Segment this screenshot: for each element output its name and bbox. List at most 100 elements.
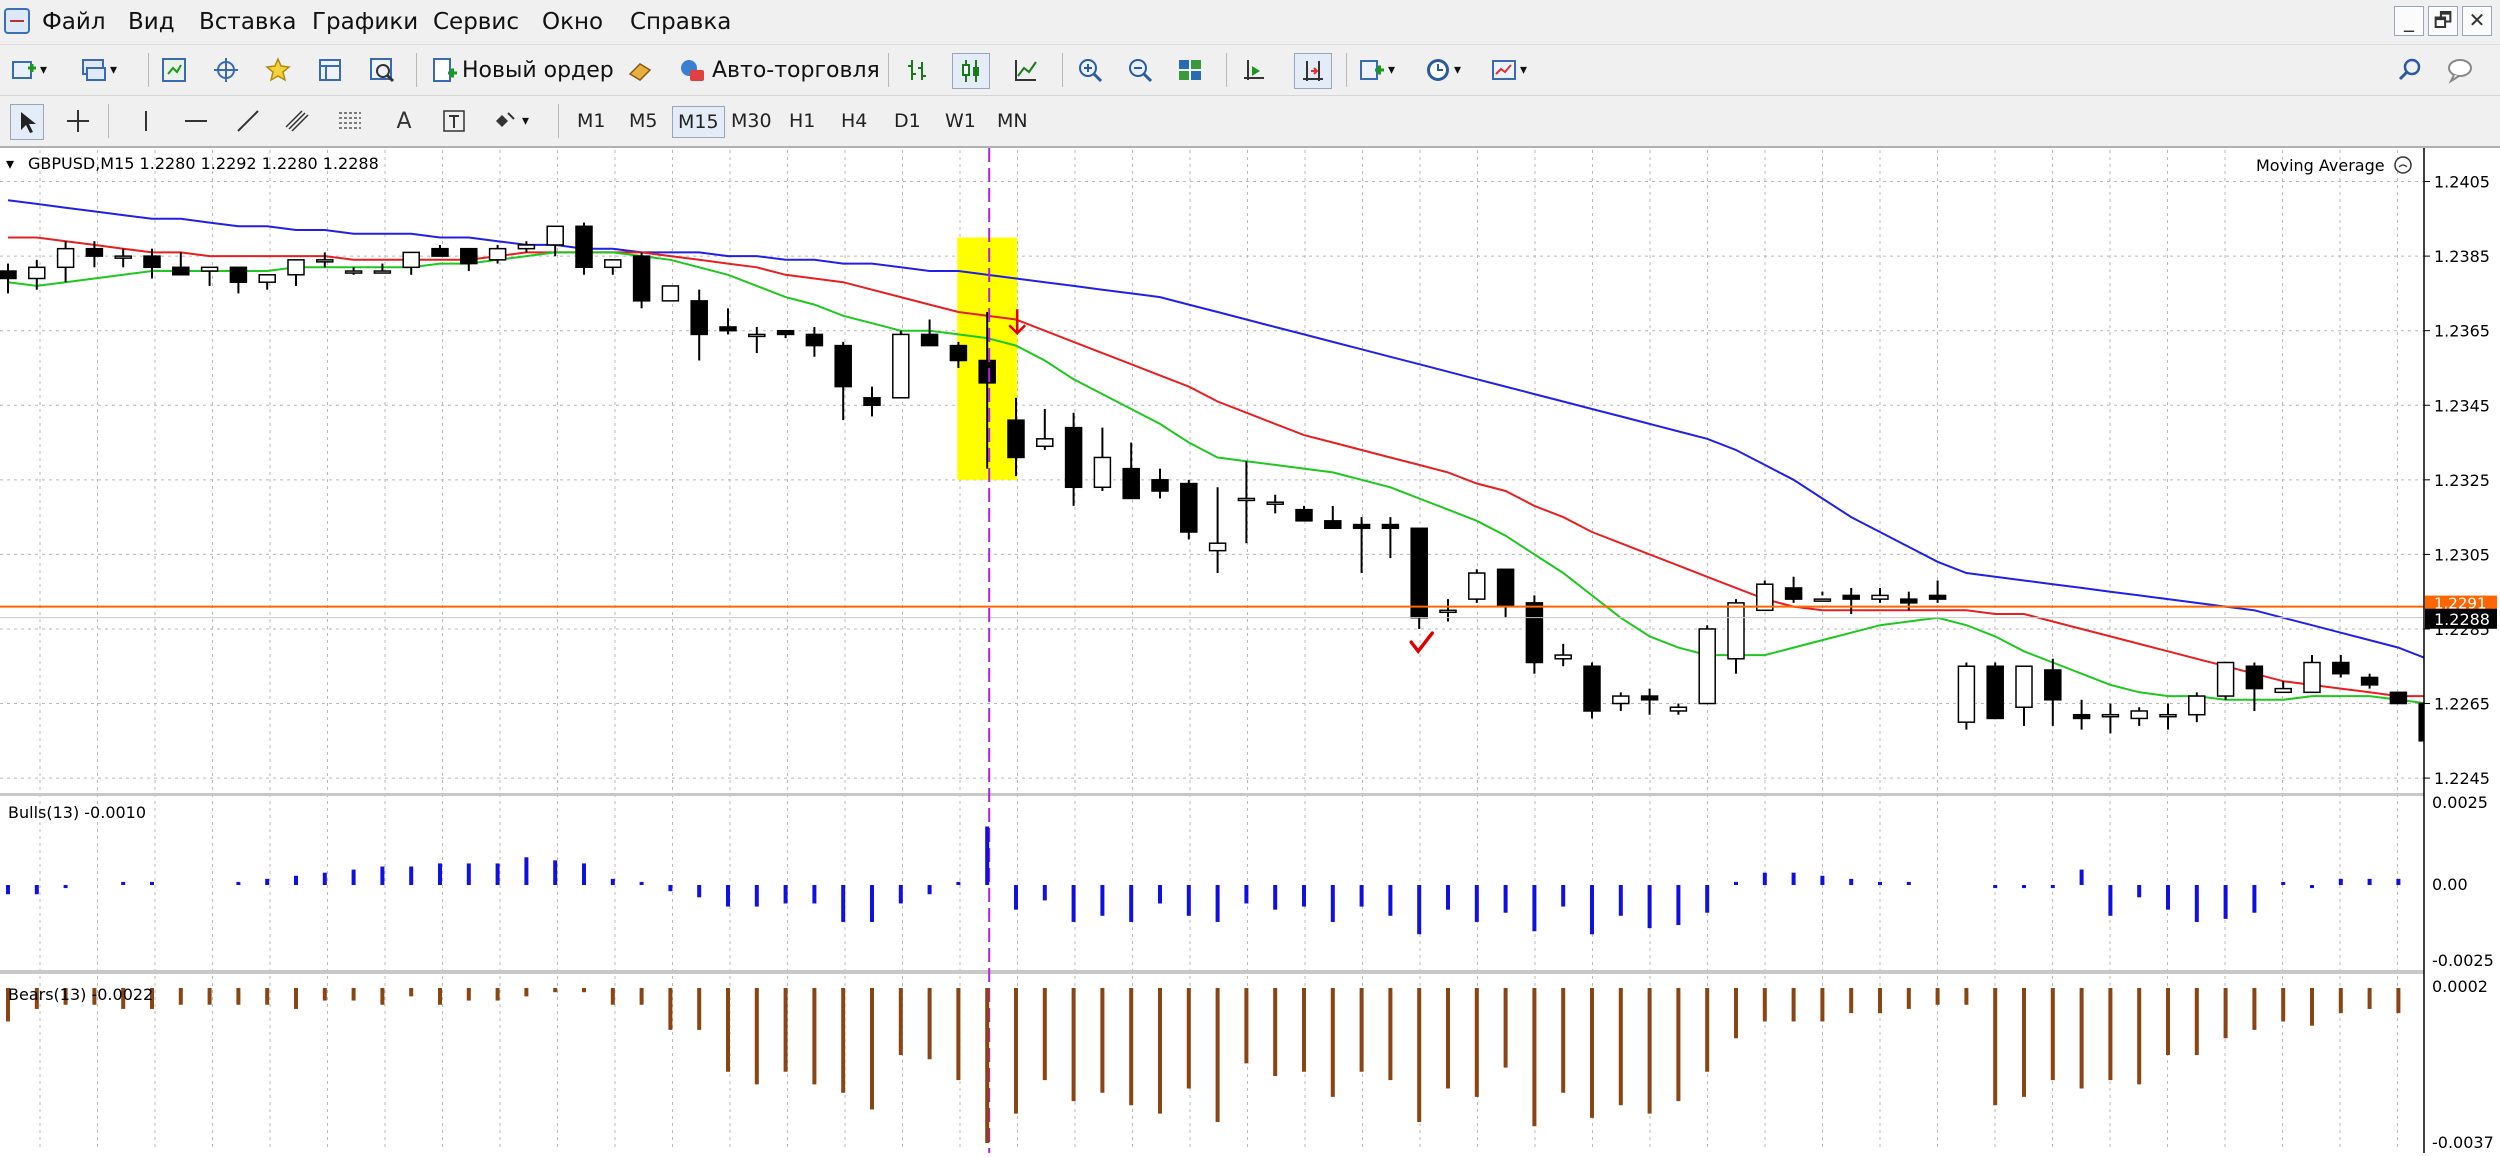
candle (1640, 688, 1659, 715)
templates-button[interactable]: ▾ (1490, 53, 1527, 87)
new-order-button[interactable]: Новый ордер (430, 53, 614, 87)
text-label-button[interactable] (440, 104, 468, 138)
menu-charts[interactable]: Графики (312, 8, 418, 36)
data-window-icon (319, 59, 341, 81)
arrows-button[interactable]: ▾ (492, 104, 529, 138)
data-window-button[interactable] (316, 53, 344, 87)
candle (1986, 662, 2004, 720)
text-button[interactable]: A (390, 104, 418, 138)
search-icon (2398, 58, 2421, 81)
candle (1496, 568, 1515, 618)
candle (229, 266, 248, 294)
new-chart-button[interactable]: ▾ (10, 53, 47, 87)
candle (2188, 692, 2206, 723)
timeframe-m30[interactable]: M30 (726, 106, 777, 136)
timeframe-m5[interactable]: M5 (624, 106, 662, 136)
minimize-button[interactable]: _ (2394, 6, 2424, 36)
candlestick-button[interactable] (952, 53, 990, 89)
timeframe-d1[interactable]: D1 (889, 106, 926, 136)
menu-view[interactable]: Вид (128, 8, 175, 36)
app-icon[interactable] (4, 8, 30, 34)
equidistant-channel-button[interactable] (284, 104, 312, 138)
candle (1612, 692, 1630, 711)
navigator-button[interactable] (212, 53, 240, 87)
zoom-in-button[interactable] (1076, 53, 1104, 87)
indicator-label: Moving Average (2256, 156, 2385, 175)
chat-button[interactable] (2446, 53, 2474, 87)
timeframe-mn[interactable]: MN (992, 106, 1033, 136)
candle (517, 241, 536, 253)
price-chart[interactable]: 1.2405 1.2385 1.2365 1.2345 1.2325 1.2305 1.22… (0, 148, 2500, 1153)
candle (632, 252, 651, 309)
chart-window[interactable]: 1.2405 1.2385 1.2365 1.2345 1.2325 1.2305 1.22… (0, 148, 2500, 1153)
checkmark-icon (1409, 631, 1434, 654)
standard-toolbar: ▾ ▾ Новый ордер Авто-торговля ▾ ▾ ▾ (0, 45, 2500, 96)
price-tick-label: 1.2345 (2434, 396, 2490, 415)
autotrade-button[interactable]: Авто-торговля (678, 53, 880, 87)
candle (604, 259, 622, 275)
candle (2130, 707, 2148, 726)
bar-chart-icon (908, 60, 926, 80)
horizontal-line-button[interactable] (182, 104, 210, 138)
candle (2044, 658, 2062, 726)
restore-button[interactable]: 🗗 (2428, 6, 2458, 36)
candle (1439, 599, 1457, 622)
chart-shift-button[interactable] (1240, 53, 1268, 87)
trend-line-button[interactable] (234, 104, 262, 138)
candle (402, 251, 420, 275)
bears-histogram (6, 988, 2430, 1143)
price-tick-label: 1.2365 (2434, 322, 2490, 341)
candle (1352, 517, 1371, 574)
chart-header-triangle: ▾ (6, 154, 14, 173)
crosshair-button[interactable] (64, 104, 92, 138)
market-watch-button[interactable] (160, 53, 188, 87)
candle (719, 308, 737, 335)
timeframe-w1[interactable]: W1 (940, 106, 981, 136)
candle (1813, 591, 1832, 602)
line-chart-button[interactable] (1012, 53, 1040, 87)
menu-tools[interactable]: Сервис (433, 8, 519, 36)
candle (114, 248, 132, 268)
strategy-tester-button[interactable] (368, 53, 396, 87)
autoscroll-button[interactable] (1294, 53, 1332, 89)
menu-window[interactable]: Окно (542, 8, 603, 36)
cursor-button[interactable] (10, 104, 44, 140)
metaeditor-button[interactable] (626, 53, 654, 87)
candle (863, 386, 881, 417)
candle (1324, 505, 1342, 530)
timeframe-m15[interactable]: M15 (672, 106, 725, 138)
timeframe-h4[interactable]: H4 (836, 106, 872, 136)
chart-shift-icon (1244, 60, 1264, 80)
periods-button[interactable]: ▾ (1424, 53, 1461, 87)
vertical-line-button[interactable] (132, 104, 160, 138)
fibonacci-button[interactable] (336, 104, 364, 138)
metaeditor-icon (628, 63, 652, 81)
indicator-close-icon[interactable] (2394, 156, 2412, 174)
candle (920, 319, 939, 347)
bar-chart-button[interactable] (904, 53, 932, 87)
timeframe-m1[interactable]: M1 (572, 106, 610, 136)
menu-file[interactable]: Файл (42, 8, 106, 36)
market-watch-icon (162, 58, 186, 82)
menu-insert[interactable]: Вставка (199, 8, 296, 36)
autotrade-label: Авто-торговля (712, 57, 880, 83)
text-label-icon (443, 110, 465, 132)
price-tick-label: 1.2245 (2434, 769, 2490, 788)
candle (258, 274, 276, 290)
close-button[interactable]: ✕ (2462, 6, 2492, 36)
price-axis: 1.2405 1.2385 1.2365 1.2345 1.2325 1.2305 1.22… (2423, 148, 2500, 1153)
menu-help[interactable]: Справка (630, 8, 731, 36)
search-button[interactable] (2396, 53, 2424, 87)
symbol-info: GBPUSD,M15 1.2280 1.2292 1.2280 1.2288 (28, 154, 379, 173)
profiles-button[interactable]: ▾ (80, 53, 117, 87)
price-tick-label: 1.2385 (2434, 247, 2490, 266)
cursor-icon (21, 112, 36, 133)
candle (373, 263, 392, 274)
zoom-out-icon (1129, 59, 1153, 83)
tile-windows-button[interactable] (1176, 53, 1204, 87)
favorites-button[interactable] (264, 53, 292, 87)
indicators-button[interactable]: ▾ (1358, 53, 1395, 87)
candle (431, 244, 449, 257)
timeframe-h1[interactable]: H1 (784, 106, 820, 136)
zoom-out-button[interactable] (1126, 53, 1154, 87)
